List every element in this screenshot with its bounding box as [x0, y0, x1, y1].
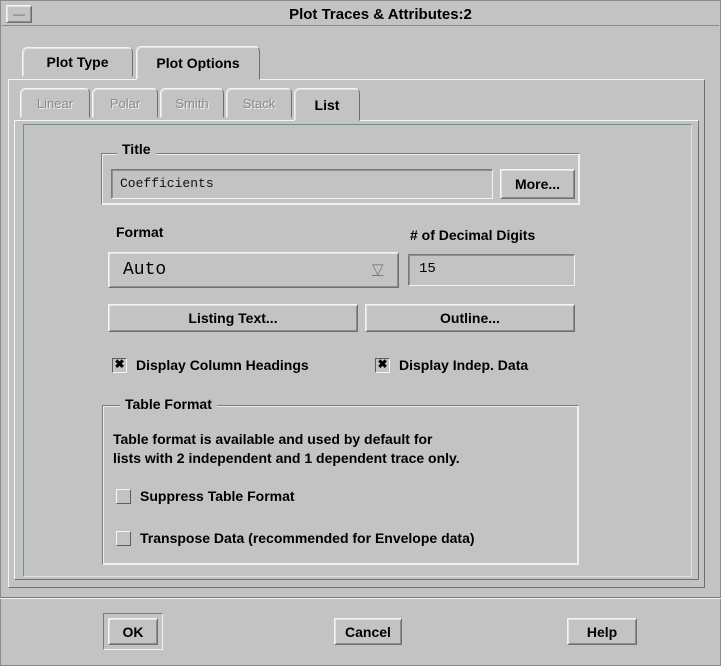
title-group-legend: Title: [117, 141, 156, 157]
outline-button[interactable]: Outline...: [365, 304, 575, 332]
display-indep-data-label: Display Indep. Data: [399, 357, 529, 373]
format-select[interactable]: Auto ▽: [108, 252, 399, 288]
checkbox-box: [116, 530, 131, 546]
decimal-digits-label: # of Decimal Digits: [410, 227, 536, 243]
transpose-data-checkbox[interactable]: Transpose Data (recommended for Envelope…: [116, 529, 475, 547]
help-button[interactable]: Help: [567, 618, 637, 645]
cancel-button[interactable]: Cancel: [334, 618, 402, 645]
ok-button[interactable]: OK: [108, 618, 158, 645]
tab-list[interactable]: List: [294, 88, 360, 121]
format-select-value: Auto: [123, 260, 167, 280]
display-indep-data-checkbox[interactable]: ✖ Display Indep. Data: [375, 356, 528, 374]
chevron-down-icon: ▽: [372, 261, 384, 278]
more-button[interactable]: More...: [500, 169, 575, 199]
tab-polar[interactable]: Polar: [92, 88, 158, 118]
table-format-info-line2: lists with 2 independent and 1 dependent…: [113, 450, 460, 466]
decimal-digits-input[interactable]: 15: [408, 254, 575, 286]
tab-stack[interactable]: Stack: [226, 88, 292, 118]
table-format-info-line1: Table format is available and used by de…: [113, 431, 433, 447]
tab-plot-type[interactable]: Plot Type: [22, 47, 133, 77]
display-column-headings-label: Display Column Headings: [136, 357, 309, 373]
table-format-legend: Table Format: [120, 396, 217, 412]
transpose-data-label: Transpose Data (recommended for Envelope…: [140, 530, 475, 546]
display-column-headings-checkbox[interactable]: ✖ Display Column Headings: [112, 356, 309, 374]
check-icon: ✖: [112, 357, 127, 373]
tab-plot-options[interactable]: Plot Options: [136, 46, 260, 80]
suppress-table-format-label: Suppress Table Format: [140, 488, 295, 504]
suppress-table-format-checkbox[interactable]: Suppress Table Format: [116, 487, 295, 505]
footer-separator: [0, 597, 721, 599]
tab-smith[interactable]: Smith: [160, 88, 224, 118]
check-icon: ✖: [375, 357, 390, 373]
listing-text-button[interactable]: Listing Text...: [108, 304, 358, 332]
tab-linear[interactable]: Linear: [20, 88, 90, 118]
format-label: Format: [116, 224, 164, 240]
title-input[interactable]: Coefficients: [111, 169, 493, 199]
checkbox-box: [116, 488, 131, 504]
